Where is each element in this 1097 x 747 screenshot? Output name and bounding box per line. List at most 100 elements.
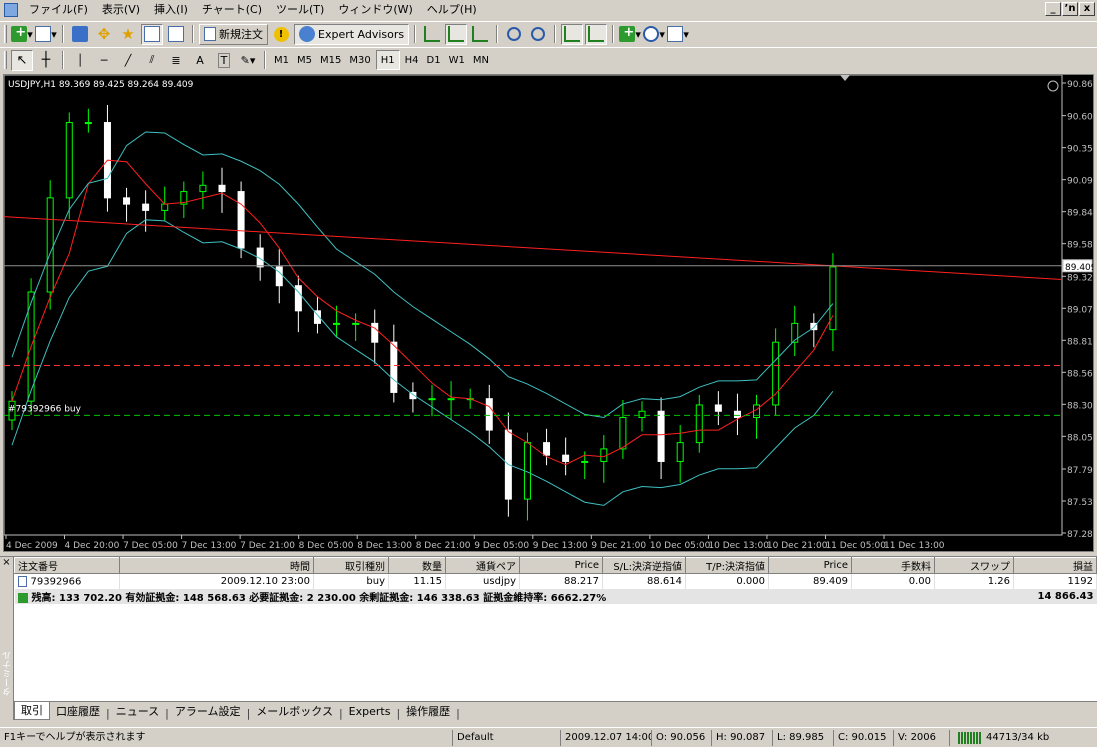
crosshair-move-icon: ✥ [97,25,111,43]
price-tick-label: 88.815 [1067,337,1093,347]
col-type[interactable]: 取引種別 [313,557,389,574]
order-current-price: 89.409 [768,573,852,589]
line-chart-button[interactable] [469,24,491,45]
zoom-out-button[interactable] [527,24,549,45]
new-chart-button[interactable]: ▾ [11,24,33,45]
timeframe-m15[interactable]: M15 [316,50,345,70]
tab-news[interactable]: ニュース [110,703,165,720]
timeframe-d1[interactable]: D1 [423,50,445,70]
account-summary-text: 残高: 133 702.20 有効証拠金: 148 568.63 必要証拠金: … [31,592,607,604]
tab-experts[interactable]: Experts [343,703,397,720]
col-order-id[interactable]: 注文番号 [14,557,120,574]
navigator-button[interactable]: ★ [117,24,139,45]
col-swap[interactable]: スワップ [934,557,1014,574]
col-sl[interactable]: S/L:決済逆指値 [602,557,686,574]
cursor-tool[interactable]: ↖ [11,49,33,71]
periods-button[interactable]: ▾ [643,24,665,45]
candle-body [733,410,741,419]
timeframe-mn[interactable]: MN [469,50,493,70]
candle-body [638,410,646,419]
terminal-sidebar: × ターミナル [0,557,14,720]
bar-chart-button[interactable] [421,24,443,45]
trendline-icon: ╱ [124,53,132,67]
menu-file[interactable]: ファイル(F) [22,0,95,20]
arrows-tool[interactable]: ✎▾ [237,50,259,71]
menu-window[interactable]: ウィンドウ(W) [331,0,419,20]
zoom-in-button[interactable] [503,24,525,45]
chart-window[interactable]: 90.865 90.605 90.350 90.095 89.840 89.585 89.3… [3,74,1094,552]
star-folder-icon: ★ [121,25,135,43]
table-row[interactable]: 79392966 2009.12.10 23:00 buy 11.15 usdj… [14,573,1097,589]
timeframe-m1[interactable]: M1 [270,50,293,70]
col-symbol[interactable]: 通貨ペア [445,557,520,574]
candle-body [581,460,589,463]
candle-body [447,398,455,401]
time-tick-label: 10 Dec 05:00 [650,541,711,551]
timeframe-w1[interactable]: W1 [445,50,469,70]
trade-table: 注文番号 時間 取引種別 数量 通貨ペア Price S/L:決済逆指値 T/P… [14,557,1097,604]
metaeditor-button[interactable]: ! [270,24,292,45]
tester-button[interactable] [165,24,187,45]
chart-shift-button[interactable] [585,23,608,45]
tab-mailbox[interactable]: メールボックス [250,703,339,720]
toolbar-grip[interactable] [4,51,7,69]
tab-account-history[interactable]: 口座履歴 [50,703,106,720]
menu-help[interactable]: ヘルプ(H) [420,0,484,20]
toolbar-grip[interactable] [4,25,7,43]
timeframe-m30[interactable]: M30 [345,50,374,70]
tab-alerts[interactable]: アラーム設定 [169,703,247,720]
tab-trade[interactable]: 取引 [14,702,50,720]
data-window-button[interactable]: ✥ [93,24,115,45]
market-watch-button[interactable] [69,24,91,45]
col-price[interactable]: Price [519,557,603,574]
text-tool[interactable]: A [189,50,211,71]
menu-chart[interactable]: チャート(C) [195,0,269,20]
candle-body [123,197,131,205]
chart-header: USDJPY,H1 89.369 89.425 89.264 89.409 [8,80,194,90]
close-icon[interactable]: × [0,557,13,569]
candle-body [352,322,360,325]
plot-border [4,75,1063,536]
toolbar-separator [62,51,64,69]
menu-insert[interactable]: 挿入(I) [147,0,195,20]
minimize-button[interactable]: _ [1045,2,1061,16]
crosshair-icon: ┼ [41,52,51,68]
status-datetime: 2009.12.07 14:00 [560,729,651,746]
tab-journal[interactable]: 操作履歴 [400,703,456,720]
fibonacci-tool[interactable]: ≣ [165,50,187,71]
col-current-price[interactable]: Price [768,557,852,574]
autoscroll-button[interactable] [561,23,584,45]
new-order-button[interactable]: 新規注文 [199,23,268,45]
col-commission[interactable]: 手数料 [851,557,935,574]
timeframe-h1[interactable]: H1 [375,50,400,70]
timeframe-h4[interactable]: H4 [401,50,423,70]
menu-view[interactable]: 表示(V) [95,0,147,20]
crosshair-tool[interactable]: ┼ [35,50,57,71]
channel-tool[interactable]: ⫽ [141,50,163,71]
col-time[interactable]: 時間 [119,557,314,574]
time-tick-label: 7 Dec 13:00 [182,541,237,551]
col-volume[interactable]: 数量 [388,557,446,574]
candle-body [714,404,722,412]
label-tool[interactable]: T [213,50,235,71]
vertical-line-tool[interactable]: │ [69,50,91,71]
profiles-button[interactable]: ▾ [35,24,57,45]
expert-advisors-button[interactable]: Expert Advisors [294,23,410,45]
restore-button[interactable]: ʼn [1062,2,1078,16]
indicators-button[interactable]: ▾ [619,24,641,45]
price-chart[interactable]: 90.865 90.605 90.350 90.095 89.840 89.585 89.3… [4,75,1093,551]
label-tool-label: T [217,52,231,68]
terminal-button[interactable] [141,23,163,45]
time-tick-label: 9 Dec 21:00 [591,541,646,551]
trendline-tool[interactable]: ╱ [117,50,139,71]
horizontal-line-tool[interactable]: ─ [93,50,115,71]
menu-tools[interactable]: ツール(T) [269,0,331,20]
candlestick-button[interactable] [445,23,468,45]
order-swap: 1.26 [934,573,1014,589]
close-button[interactable]: x [1079,2,1095,16]
time-tick-label: 8 Dec 05:00 [299,541,354,551]
templates-button[interactable]: ▾ [667,24,689,45]
col-tp[interactable]: T/P:決済指値 [685,557,769,574]
col-profit[interactable]: 損益 [1013,557,1097,574]
timeframe-m5[interactable]: M5 [293,50,316,70]
